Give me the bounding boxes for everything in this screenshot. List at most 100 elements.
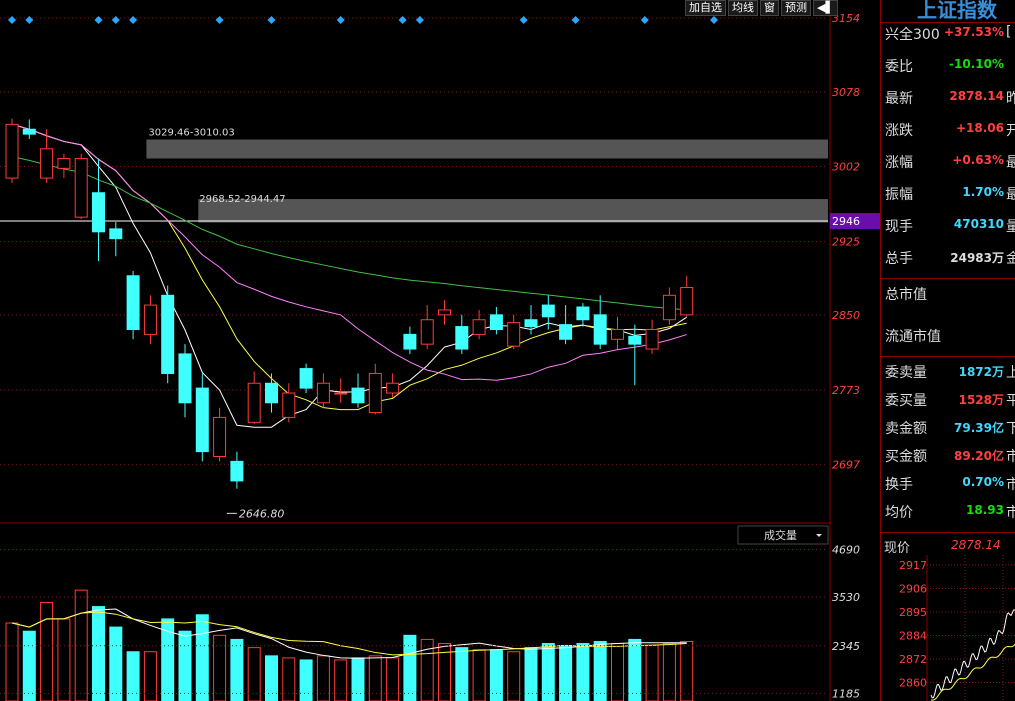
low-label: 2646.80	[239, 507, 285, 520]
kline-chart[interactable]: 31543078300229252850277326973029.46-3010…	[0, 0, 880, 701]
volume-bar	[628, 638, 642, 701]
quote-value: +18.06	[955, 121, 1004, 135]
volume-bar	[611, 643, 624, 701]
candle-body	[472, 319, 486, 335]
quote-value: 18.93	[966, 503, 1004, 517]
quote-tail: 最	[1006, 184, 1015, 204]
quote-label: 总手	[885, 251, 913, 267]
volume-bar	[109, 626, 123, 701]
price-tick: 2773	[832, 384, 860, 397]
volume-bar	[455, 647, 469, 701]
volume-bar	[5, 622, 19, 701]
price-tick: 3002	[832, 160, 860, 173]
quote-tail: 上	[1006, 362, 1015, 382]
candle-body	[438, 309, 451, 316]
candle-body	[334, 392, 348, 395]
quote-value: -10.10%	[949, 57, 1004, 71]
mini-tick: 2917	[899, 559, 927, 572]
volume-bar	[334, 659, 348, 701]
quote-tail: 最	[1006, 152, 1015, 172]
quote-row: 委卖量 1872万上	[885, 362, 1015, 384]
quote-row: 总手 24983万金	[885, 248, 1015, 270]
quote-value: 1.70%	[962, 185, 1004, 199]
signal-diamond	[8, 16, 16, 24]
quote-tail: 量	[1006, 216, 1015, 236]
current-price-value: 2878.14	[951, 538, 1001, 552]
quote-row: 兴全300 +37.53%[	[885, 24, 1015, 46]
quote-row: 涨幅 +0.63%最	[885, 152, 1015, 174]
volume-bar	[680, 640, 694, 701]
volume-tick: 2345	[832, 640, 860, 653]
candle-body	[74, 158, 88, 218]
quote-row: 委买量 1528万平	[885, 390, 1015, 412]
quote-tail: 市	[1006, 446, 1015, 466]
quote-row: 均价 18.93市	[885, 502, 1015, 524]
price-tick: 3078	[832, 86, 860, 99]
candle-body	[40, 148, 54, 179]
quote-label: 涨跌	[885, 123, 913, 139]
price-tick: 2850	[832, 309, 860, 322]
window-button[interactable]: 窗	[760, 0, 779, 16]
gap-zone	[146, 139, 828, 159]
quote-value: 1872万	[958, 365, 1004, 379]
quote-row: 振幅 1.70%最	[885, 184, 1015, 206]
quote-label: 委卖量	[885, 365, 927, 381]
candle-body	[524, 319, 538, 328]
candle-body	[645, 329, 659, 350]
candle-body	[230, 460, 244, 482]
quote-tail: 开	[1006, 120, 1015, 140]
volume-bar	[472, 649, 486, 701]
signal-diamond	[111, 16, 120, 24]
quote-tail: 平	[1006, 390, 1015, 410]
mini-tick: 2884	[899, 630, 927, 643]
add-watchlist-button[interactable]: 加自选	[685, 0, 726, 16]
signal-diamond	[398, 16, 407, 24]
quote-value: +37.53%	[943, 25, 1004, 39]
volume-bar	[541, 643, 555, 701]
volume-bar	[213, 634, 227, 701]
signal-diamond	[25, 16, 34, 24]
quote-label: 总市值	[885, 287, 927, 303]
quote-row: 最新 2878.14昨	[885, 88, 1015, 110]
candle-body	[420, 319, 434, 345]
quote-row: 委比 -10.10%	[885, 56, 1015, 78]
ma-button[interactable]: 均线	[728, 0, 758, 16]
quote-label: 委买量	[885, 393, 927, 409]
ma-line	[11, 123, 687, 381]
volume-bar	[576, 643, 590, 701]
candle-body	[161, 294, 175, 374]
chart-toolbar: 加自选 均线 窗 预测 ◀▌	[685, 0, 838, 16]
volume-bar	[282, 657, 296, 701]
forecast-button[interactable]: 预测	[781, 0, 811, 16]
candle-body	[178, 353, 192, 404]
quote-tail: 昨	[1006, 88, 1015, 108]
signal-diamond	[129, 16, 138, 24]
quote-label: 委比	[885, 59, 913, 75]
index-title: 上证指数	[917, 0, 997, 22]
quote-label: 最新	[885, 91, 913, 107]
quote-row: 涨跌 +18.06开	[885, 120, 1015, 142]
candle-body	[593, 314, 607, 345]
gap-label: 2968.52-2944.47	[199, 194, 285, 205]
candle-body	[680, 286, 694, 316]
candle-body	[386, 382, 400, 394]
intraday-mini-chart: 现价 2878.14 2917 2906 2895 2884 2872 2860	[881, 538, 1015, 701]
collapse-panel-icon[interactable]: ◀▌	[813, 0, 838, 16]
candle-body	[559, 324, 573, 340]
quote-label: 振幅	[885, 187, 913, 203]
current-price-label: 现价	[884, 541, 911, 556]
quote-row: 流通市值	[885, 326, 1015, 348]
signal-diamond	[415, 16, 424, 24]
candle-body	[126, 275, 140, 330]
candle-body	[489, 314, 503, 331]
volume-bar	[351, 657, 365, 701]
candle-body	[316, 382, 330, 404]
quote-tail: 金	[1006, 248, 1015, 268]
quote-label: 流通市值	[885, 329, 941, 345]
quote-label: 卖金额	[885, 421, 927, 437]
quote-row: 总市值	[885, 284, 1015, 306]
signal-diamond	[519, 16, 528, 24]
candle-body	[143, 304, 157, 335]
quote-label: 买金额	[885, 449, 927, 465]
volume-bar	[143, 651, 157, 701]
